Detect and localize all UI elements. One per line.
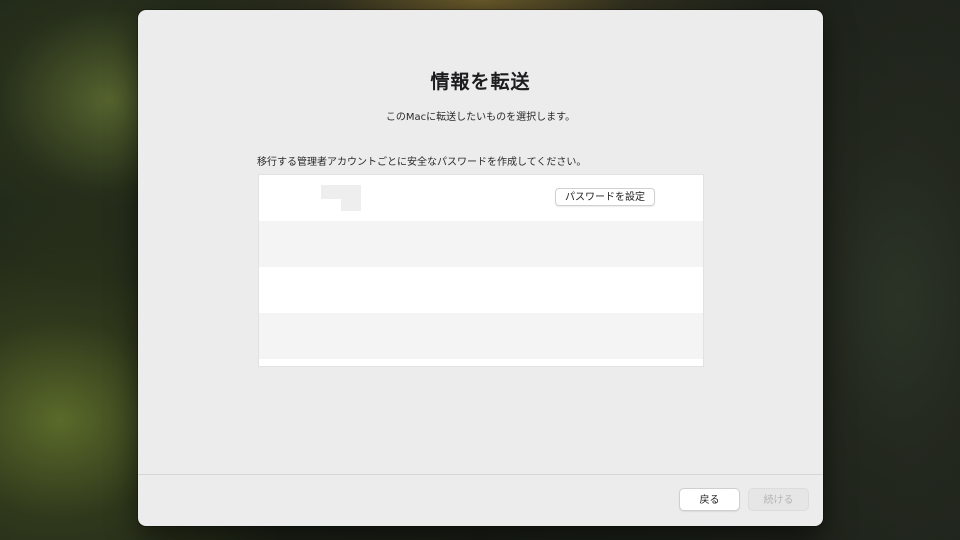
- empty-list-row: [259, 313, 703, 359]
- page-subtitle: このMacに転送したいものを選択します。: [385, 112, 576, 123]
- account-list: パスワードを設定: [258, 174, 704, 367]
- set-password-button[interactable]: パスワードを設定: [555, 188, 655, 206]
- account-avatar-icon: [321, 185, 361, 211]
- empty-list-row: [259, 267, 703, 313]
- back-button[interactable]: 戻る: [679, 488, 740, 511]
- transfer-window: 情報を転送 このMacに転送したいものを選択します。 移行する管理者アカウントご…: [138, 10, 823, 526]
- instruction-text: 移行する管理者アカウントごとに安全なパスワードを作成してください。: [257, 157, 587, 168]
- account-row: パスワードを設定: [259, 175, 703, 221]
- continue-button[interactable]: 続ける: [748, 488, 809, 511]
- empty-list-row: [259, 221, 703, 267]
- footer-divider: [138, 474, 823, 475]
- page-title: 情報を転送: [430, 71, 531, 93]
